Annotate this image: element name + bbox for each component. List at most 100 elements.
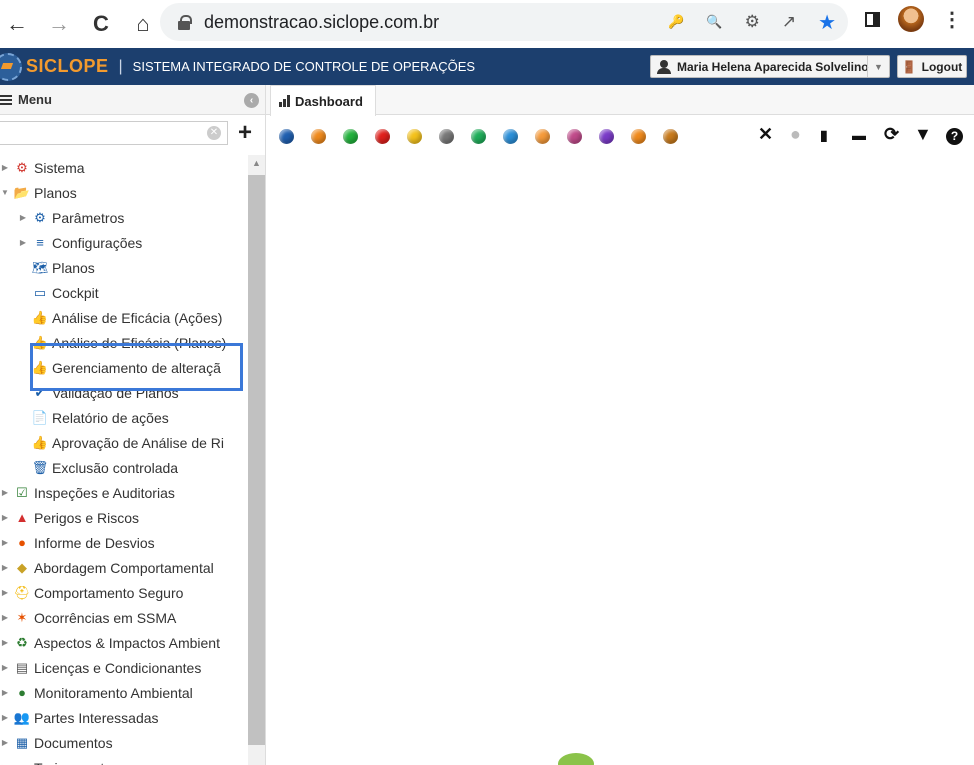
status-color-dot[interactable] bbox=[503, 129, 518, 144]
status-color-dot[interactable] bbox=[567, 129, 582, 144]
sidebar-item[interactable]: ▶ 👥 Partes Interessadas bbox=[0, 705, 248, 730]
status-color-dot[interactable] bbox=[407, 129, 422, 144]
sidebar-item[interactable]: 👍 Análise de Eficácia (Ações) bbox=[0, 305, 248, 330]
gray-dot-icon[interactable]: ● bbox=[790, 124, 801, 145]
more-menu-icon[interactable]: ⋮ bbox=[942, 7, 962, 32]
sidebar-item[interactable]: ▶ ◆ Abordagem Comportamental bbox=[0, 555, 248, 580]
siclope-logo[interactable]: SICLOPE bbox=[0, 52, 109, 81]
logout-label: Logout bbox=[921, 59, 963, 74]
sidebar-item[interactable]: ▶ ✶ Ocorrências em SSMA bbox=[0, 605, 248, 630]
status-color-dot[interactable] bbox=[343, 129, 358, 144]
reload-icon[interactable]: C bbox=[90, 11, 112, 37]
bookmark-star-icon[interactable]: ★ bbox=[818, 10, 836, 35]
url-text[interactable]: demonstracao.siclope.com.br bbox=[204, 12, 439, 33]
sidebar-item[interactable]: ▼ 📂 Planos bbox=[0, 180, 248, 205]
share-icon[interactable]: ↗ bbox=[782, 12, 796, 32]
collapsed-arrow-icon[interactable]: ▶ bbox=[0, 513, 10, 522]
home-icon[interactable]: ⌂ bbox=[132, 11, 154, 37]
collapsed-arrow-icon[interactable]: ▶ bbox=[0, 688, 10, 697]
help-icon[interactable]: ? bbox=[946, 128, 963, 145]
filter-icon[interactable]: ▼ bbox=[914, 124, 932, 145]
sidebar-item[interactable]: 🗑 Exclusão controlada bbox=[0, 455, 248, 480]
status-color-dot[interactable] bbox=[279, 129, 294, 144]
sidebar-item[interactable]: ▶ ☑ Inspeções e Auditorias bbox=[0, 480, 248, 505]
sidebar-item-label: Aspectos & Impactos Ambient bbox=[34, 634, 220, 651]
collapsed-arrow-icon[interactable]: ▶ bbox=[18, 213, 28, 222]
sidebar-item-label: Perigos e Riscos bbox=[34, 509, 140, 526]
sidebar-item[interactable]: 👍 Aprovação de Análise de Ri bbox=[0, 430, 248, 455]
collapse-sidebar-icon[interactable]: ‹ bbox=[244, 93, 259, 108]
clear-search-icon[interactable]: ✕ bbox=[207, 126, 221, 140]
address-bar[interactable]: demonstracao.siclope.com.br 🔑 🔍 ⚙ ↗ ★ bbox=[160, 3, 848, 41]
sidebar-item[interactable]: ▶ ▤ Licenças e Condicionantes bbox=[0, 655, 248, 680]
status-color-dot[interactable] bbox=[599, 129, 614, 144]
sidebar-item-label: Licenças e Condicionantes bbox=[34, 659, 202, 676]
user-icon bbox=[657, 59, 671, 74]
collapsed-arrow-icon[interactable]: ▶ bbox=[0, 663, 10, 672]
sidebar-scrollbar[interactable]: ▲ bbox=[248, 155, 265, 765]
collapsed-arrow-icon[interactable]: ▶ bbox=[0, 163, 10, 172]
sidebar-item[interactable]: ▶ ● Informe de Desvios bbox=[0, 530, 248, 555]
scrollbar-thumb[interactable] bbox=[248, 175, 265, 745]
status-color-dot[interactable] bbox=[471, 129, 486, 144]
sidebar-item[interactable]: 📄 Relatório de ações bbox=[0, 405, 248, 430]
sidebar-item[interactable]: 👍 Análise de Eficácia (Planos) bbox=[0, 330, 248, 355]
status-indicator bbox=[558, 752, 594, 765]
collapsed-arrow-icon[interactable]: ▶ bbox=[0, 713, 10, 722]
speed-icon[interactable]: ⚙ bbox=[745, 12, 760, 32]
status-color-dot[interactable] bbox=[375, 129, 390, 144]
status-color-dot[interactable] bbox=[631, 129, 646, 144]
back-icon[interactable]: ← bbox=[6, 11, 28, 37]
sidebar-item[interactable]: 🗺 Planos bbox=[0, 255, 248, 280]
chevron-down-icon[interactable]: ▼ bbox=[867, 56, 889, 77]
sidebar-item-label: Análise de Eficácia (Planos) bbox=[52, 334, 227, 351]
sidebar-item[interactable]: ▶ ⛑ Comportamento Seguro bbox=[0, 580, 248, 605]
zoom-icon[interactable]: 🔍 bbox=[706, 14, 722, 30]
collapsed-arrow-icon[interactable]: ▶ bbox=[0, 738, 10, 747]
sidebar-item[interactable]: ▶ ● Monitoramento Ambiental bbox=[0, 680, 248, 705]
lock-icon[interactable] bbox=[178, 15, 192, 30]
sidebar-item[interactable]: ▶●Treinamentos bbox=[0, 755, 248, 765]
collapsed-arrow-icon[interactable]: ▶ bbox=[0, 638, 10, 647]
check-icon: ✔ bbox=[34, 384, 46, 400]
status-color-dot[interactable] bbox=[535, 129, 550, 144]
sidebar-item[interactable]: ▶ ⚙ Sistema bbox=[0, 155, 248, 180]
pulse-icon[interactable]: ▬ bbox=[852, 127, 866, 143]
key-icon[interactable]: 🔑 bbox=[668, 14, 684, 30]
sidebar-item[interactable]: ✔ Validação de Planos bbox=[0, 380, 248, 405]
collapsed-arrow-icon[interactable]: ▶ bbox=[0, 613, 10, 622]
status-color-dot[interactable] bbox=[311, 129, 326, 144]
sidebar-item[interactable]: ▶ ≡ Configurações bbox=[0, 230, 248, 255]
forward-icon[interactable]: → bbox=[48, 11, 70, 37]
sidebar-item-label: Sistema bbox=[34, 159, 85, 176]
sidebar-item[interactable]: 👍 Gerenciamento de alteraçã bbox=[0, 355, 248, 380]
status-color-dot[interactable] bbox=[663, 129, 678, 144]
side-panel-icon[interactable] bbox=[865, 11, 880, 27]
sidebar-item-label: Validação de Planos bbox=[52, 384, 179, 401]
sidebar-item[interactable]: ▶ ⚙ Parâmetros bbox=[0, 205, 248, 230]
sidebar-item[interactable]: ▭ Cockpit bbox=[0, 280, 248, 305]
collapsed-arrow-icon[interactable]: ▶ bbox=[0, 588, 10, 597]
sidebar-item[interactable]: ▶ ▲ Perigos e Riscos bbox=[0, 505, 248, 530]
sidebar-item[interactable]: ▶ ♻ Aspectos & Impactos Ambient bbox=[0, 630, 248, 655]
menu-search-input[interactable] bbox=[0, 121, 228, 145]
user-dropdown[interactable]: Maria Helena Aparecida Solvelino ▼ bbox=[650, 55, 890, 78]
status-color-dot[interactable] bbox=[439, 129, 454, 144]
tab-dashboard[interactable]: Dashboard bbox=[270, 85, 376, 116]
collapsed-arrow-icon[interactable]: ▶ bbox=[0, 538, 10, 547]
collapsed-arrow-icon[interactable]: ▶ bbox=[18, 238, 28, 247]
collapsed-arrow-icon[interactable]: ▶ bbox=[0, 488, 10, 497]
add-icon[interactable]: + bbox=[238, 119, 252, 147]
sidebar-item-label: Parâmetros bbox=[52, 209, 125, 226]
logout-button[interactable]: 🚪 Logout bbox=[897, 55, 967, 78]
profile-avatar[interactable] bbox=[898, 6, 924, 32]
bar-chart-icon[interactable]: ▮ bbox=[820, 127, 828, 144]
refresh-icon[interactable]: ⟳ bbox=[884, 124, 899, 145]
sidebar-item-label: Abordagem Comportamental bbox=[34, 559, 214, 576]
sidebar-item[interactable]: ▶ ▦ Documentos bbox=[0, 730, 248, 755]
expanded-arrow-icon[interactable]: ▼ bbox=[0, 188, 10, 197]
scroll-up-icon[interactable]: ▲ bbox=[248, 155, 265, 172]
hamburger-icon[interactable] bbox=[0, 94, 12, 105]
collapsed-arrow-icon[interactable]: ▶ bbox=[0, 563, 10, 572]
close-icon[interactable]: ✕ bbox=[758, 124, 773, 145]
